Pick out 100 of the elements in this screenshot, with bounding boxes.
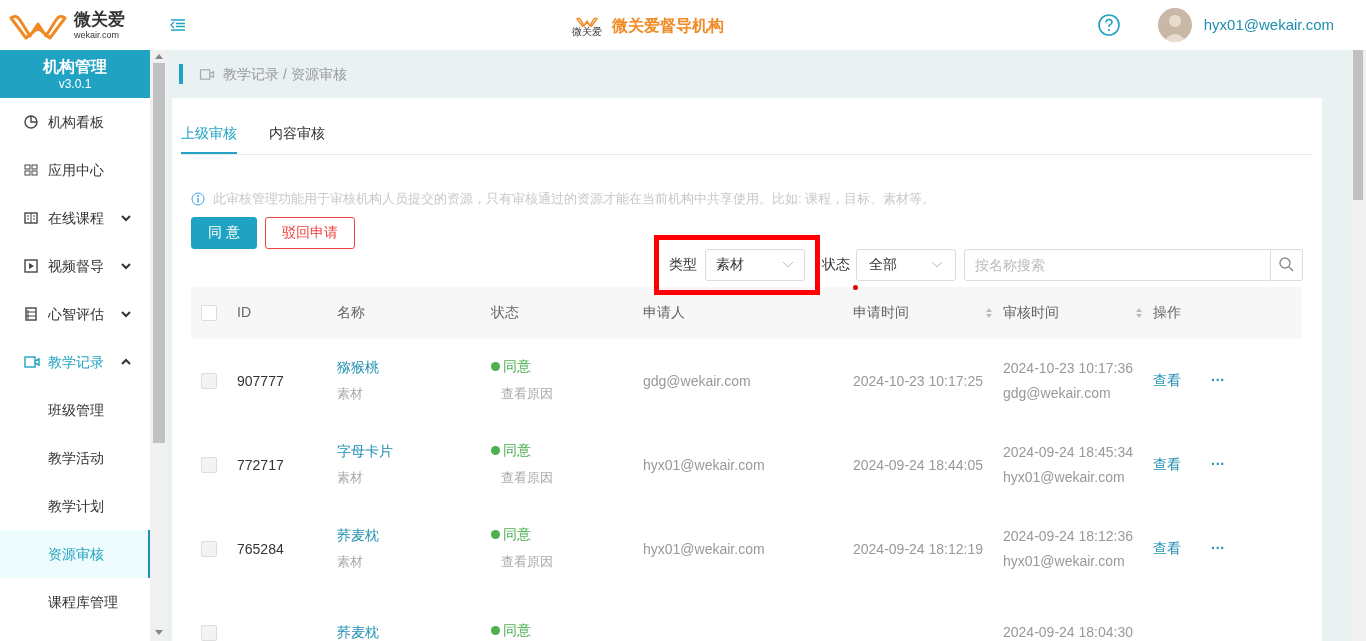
sidebar-subitem[interactable]: 班级管理	[0, 386, 150, 434]
sidebar-item[interactable]: 心智评估	[0, 290, 150, 338]
help-icon[interactable]	[1097, 14, 1120, 36]
type-label: 素材	[337, 469, 364, 488]
filter-label: 状态	[822, 255, 850, 274]
table-cell: 2024-09-24 18:12:19	[853, 540, 983, 557]
video-camera-icon	[199, 67, 215, 81]
app-title: 微关爱督导机构	[612, 16, 724, 36]
sidebar-subitem[interactable]: 资源审核	[0, 530, 150, 578]
reason-link[interactable]: 查看原因	[501, 386, 553, 401]
sort-icon[interactable]	[985, 306, 993, 319]
search-field[interactable]: 按名称搜索	[964, 248, 1271, 281]
sidebar-item[interactable]: 应用中心	[0, 146, 150, 194]
breadcrumb: 教学记录 / 资源审核	[223, 64, 347, 84]
table-cell-text: gdg@wekair.com	[1003, 383, 1112, 403]
grid-icon	[24, 163, 38, 177]
more-link[interactable]: ···	[1211, 370, 1225, 391]
status-select[interactable]: 全部	[856, 248, 956, 281]
column-header[interactable]: 申请时间	[853, 302, 909, 323]
status-text: 同意	[503, 525, 531, 544]
checkbox[interactable]	[201, 456, 217, 473]
sidebar-item[interactable]: 视频督导	[0, 242, 150, 290]
scroll-down-icon[interactable]	[154, 630, 163, 635]
sidebar-item[interactable]: 在线课程	[0, 194, 150, 242]
name-link[interactable]: 荞麦枕	[337, 525, 491, 547]
table-cell: 2024-10-23 10:17:25	[853, 372, 983, 389]
sort-icon[interactable]	[1135, 306, 1143, 319]
table-cell-text: 2024-10-23 10:17:36	[1003, 358, 1134, 378]
checkbox[interactable]	[201, 372, 217, 389]
table-cell: 907777	[237, 372, 284, 389]
user-avatar[interactable]	[1157, 8, 1192, 42]
search-button[interactable]	[1271, 248, 1303, 281]
type-label: 素材	[337, 385, 364, 404]
version-label: v3.0.1	[58, 76, 92, 92]
caret-icon	[782, 261, 794, 268]
name-link[interactable]: 猕猴桃	[337, 357, 491, 379]
sidebar-subitem[interactable]: 教学活动	[0, 434, 150, 482]
table-cell-text: hyx01@wekair.com	[1003, 551, 1126, 571]
action-link[interactable]: 查看	[1153, 370, 1181, 391]
table-cell: hyx01@wekair.com	[643, 540, 765, 557]
video-camera-icon	[24, 355, 40, 369]
scrollbar-thumb[interactable]	[1353, 50, 1363, 200]
table-cell-text: hyx01@wekair.com	[1003, 467, 1126, 487]
collapse-menu-icon[interactable]	[170, 19, 186, 31]
filter-label: 类型	[669, 255, 697, 274]
action-link[interactable]: 查看	[1153, 538, 1181, 559]
table-cell: 765284	[237, 540, 284, 557]
column-header: 操作	[1153, 303, 1181, 322]
name-link[interactable]: 荞麦枕	[337, 622, 491, 641]
list-icon	[24, 307, 38, 321]
column-header[interactable]: 审核时间	[1003, 302, 1059, 323]
column-header: ID	[237, 303, 251, 322]
logo-domain: wekair.com	[74, 30, 120, 40]
table-cell: 2024-09-24 18:44:05	[853, 456, 983, 473]
type-select[interactable]: 素材	[705, 248, 805, 281]
logo-name: 微关爱	[74, 10, 125, 28]
chevron-icon	[120, 262, 132, 270]
more-link[interactable]: ···	[1211, 538, 1225, 559]
name-link[interactable]: 字母卡片	[337, 441, 491, 463]
table-cell: hyx01@wekair.com	[643, 456, 765, 473]
sidebar-subitem[interactable]: 课程库管理	[0, 578, 150, 626]
play-icon	[24, 259, 38, 273]
logo-icon	[576, 15, 598, 27]
pie-chart-icon	[24, 115, 38, 129]
reject-button[interactable]: 驳回申请	[264, 216, 355, 249]
sidebar-title: 机构管理	[43, 56, 107, 77]
column-header: 状态	[491, 303, 519, 322]
reason-link[interactable]: 查看原因	[501, 470, 553, 485]
logo-caption: 微关爱	[572, 26, 602, 37]
sidebar-item[interactable]: 机构看板	[0, 98, 150, 146]
action-link[interactable]: 查看	[1153, 454, 1181, 475]
reason-link[interactable]: 查看原因	[501, 554, 553, 569]
checkbox[interactable]	[201, 624, 217, 641]
tab[interactable]: 上级审核	[181, 114, 237, 154]
table-cell-text: 2024-09-24 18:12:36	[1003, 526, 1134, 546]
chevron-icon	[120, 310, 132, 318]
sidebar-subitem[interactable]: 教学计划	[0, 482, 150, 530]
checkbox[interactable]	[201, 540, 217, 557]
scrollbar-thumb[interactable]	[152, 63, 165, 443]
table-cell: gdg@wekair.com	[643, 372, 751, 389]
more-link[interactable]: ···	[1211, 454, 1225, 475]
sidebar-item[interactable]: 教学记录	[0, 338, 150, 386]
book-icon	[24, 211, 38, 225]
column-header: 申请人	[643, 303, 685, 322]
search-icon	[1279, 257, 1294, 272]
chevron-icon	[120, 358, 132, 366]
status-text: 同意	[503, 357, 531, 376]
chevron-icon	[120, 214, 132, 222]
column-header: 名称	[337, 303, 365, 322]
table-cell-text: 2024-09-24 18:45:34	[1003, 442, 1134, 462]
checkbox[interactable]	[201, 304, 217, 321]
status-text: 同意	[503, 621, 531, 640]
type-label: 素材	[337, 553, 364, 572]
user-email[interactable]: hyx01@wekair.com	[1203, 13, 1334, 37]
table-cell-text: 2024-09-24 18:04:30	[1003, 623, 1134, 641]
info-icon	[191, 191, 205, 206]
table-cell: 772717	[237, 456, 284, 473]
tab[interactable]: 内容审核	[269, 114, 325, 154]
approve-button[interactable]: 同 意	[191, 216, 257, 249]
caret-icon	[931, 261, 943, 268]
